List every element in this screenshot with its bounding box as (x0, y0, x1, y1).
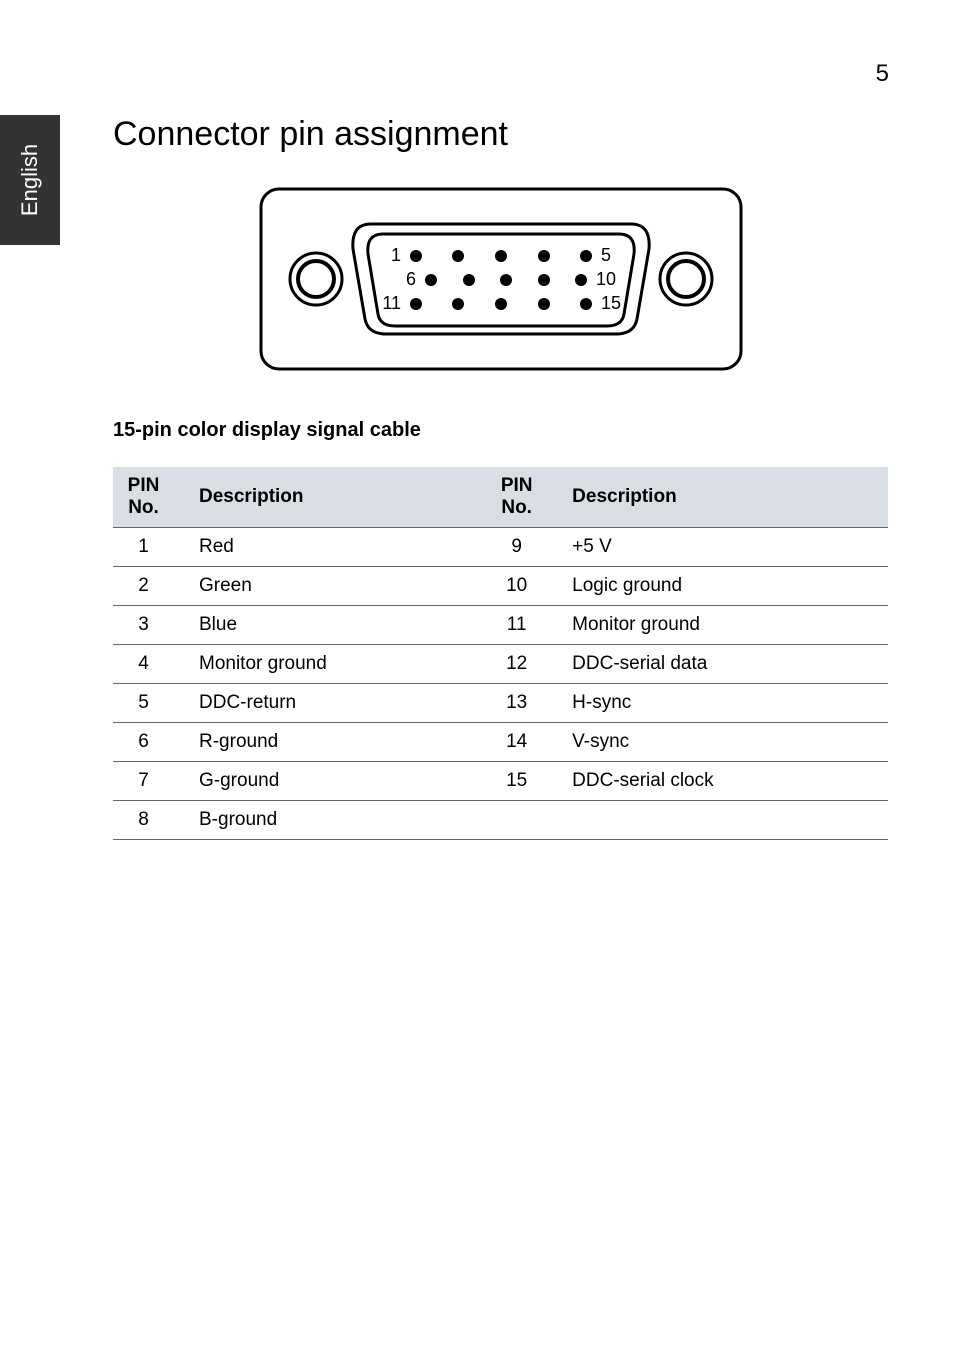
cell-pin: 1 (113, 528, 193, 567)
connector-diagram: 1 5 6 10 11 15 (113, 179, 888, 379)
col-header-desc1: Description (193, 467, 486, 528)
col-header-desc2: Description (566, 467, 888, 528)
cell-pin: 11 (486, 606, 566, 645)
cell-pin: 6 (113, 723, 193, 762)
cell-desc: V-sync (566, 723, 888, 762)
page-content: Connector pin assignment (113, 115, 888, 840)
cell-desc: Blue (193, 606, 486, 645)
cell-desc: +5 V (566, 528, 888, 567)
cell-desc: Green (193, 567, 486, 606)
pin-label-1: 1 (390, 245, 400, 265)
col-header-pin2: PIN No. (486, 467, 566, 528)
cell-desc: Red (193, 528, 486, 567)
col-header-pin1: PIN No. (113, 467, 193, 528)
pin-label-15: 15 (601, 293, 621, 313)
cell-desc: Monitor ground (193, 645, 486, 684)
cell-pin: 7 (113, 762, 193, 801)
table-row: 8 B-ground (113, 801, 888, 840)
cell-pin: 9 (486, 528, 566, 567)
cell-pin: 3 (113, 606, 193, 645)
cell-desc: R-ground (193, 723, 486, 762)
page-title: Connector pin assignment (113, 115, 888, 154)
cell-desc: Monitor ground (566, 606, 888, 645)
cell-pin: 10 (486, 567, 566, 606)
cell-pin: 5 (113, 684, 193, 723)
language-tab: English (0, 115, 60, 245)
table-row: 5 DDC-return 13 H-sync (113, 684, 888, 723)
page-number: 5 (876, 60, 889, 88)
table-row: 6 R-ground 14 V-sync (113, 723, 888, 762)
cell-desc: DDC-serial clock (566, 762, 888, 801)
language-label: English (17, 144, 43, 216)
table-row: 4 Monitor ground 12 DDC-serial data (113, 645, 888, 684)
table-row: 1 Red 9 +5 V (113, 528, 888, 567)
cell-desc: G-ground (193, 762, 486, 801)
cell-desc: B-ground (193, 801, 486, 840)
cell-pin: 12 (486, 645, 566, 684)
pin-label-11: 11 (382, 293, 401, 313)
cell-desc: DDC-serial data (566, 645, 888, 684)
cell-pin: 14 (486, 723, 566, 762)
pin-table: PIN No. Description PIN No. Description … (113, 467, 888, 840)
cell-desc (566, 801, 888, 840)
connector-svg: 1 5 6 10 11 15 (251, 179, 751, 379)
cell-pin: 13 (486, 684, 566, 723)
cell-pin (486, 801, 566, 840)
cell-pin: 2 (113, 567, 193, 606)
cell-pin: 15 (486, 762, 566, 801)
table-row: 7 G-ground 15 DDC-serial clock (113, 762, 888, 801)
cell-pin: 8 (113, 801, 193, 840)
table-row: 2 Green 10 Logic ground (113, 567, 888, 606)
cell-desc: DDC-return (193, 684, 486, 723)
diagram-caption: 15-pin color display signal cable (113, 419, 888, 442)
pin-label-5: 5 (601, 245, 611, 265)
cell-pin: 4 (113, 645, 193, 684)
table-row: 3 Blue 11 Monitor ground (113, 606, 888, 645)
cell-desc: Logic ground (566, 567, 888, 606)
pin-label-6: 6 (405, 269, 415, 289)
cell-desc: H-sync (566, 684, 888, 723)
pin-label-10: 10 (596, 269, 616, 289)
table-header-row: PIN No. Description PIN No. Description (113, 467, 888, 528)
